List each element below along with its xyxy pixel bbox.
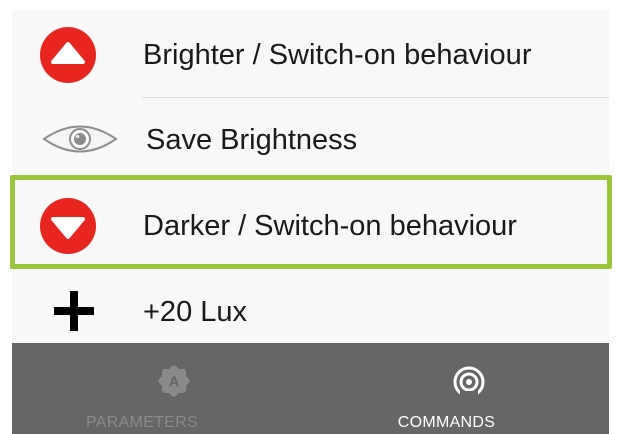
tab-bar: A PARAMETERS COMMANDS xyxy=(12,343,609,434)
command-list: Brighter / Switch-on behaviour Save Brig… xyxy=(12,10,609,343)
broadcast-icon xyxy=(453,366,485,399)
app-screen: Brighter / Switch-on behaviour Save Brig… xyxy=(0,0,621,434)
list-item-label: +20 Lux xyxy=(143,296,248,328)
tab-commands[interactable]: COMMANDS xyxy=(312,343,609,434)
list-item-label: Darker / Switch-on behaviour xyxy=(143,210,517,242)
list-item-label: Brighter / Switch-on behaviour xyxy=(143,39,532,71)
top-edge xyxy=(0,0,621,10)
list-item-label: Save Brightness xyxy=(146,124,358,156)
tab-parameters[interactable]: A PARAMETERS xyxy=(12,343,312,434)
list-item-darker[interactable]: Darker / Switch-on behaviour xyxy=(12,180,609,266)
list-item-save-brightness[interactable]: Save Brightness xyxy=(12,98,609,174)
arrow-down-circle-icon xyxy=(40,198,96,254)
left-margin xyxy=(0,10,12,434)
arrow-up-circle-icon xyxy=(40,27,96,83)
right-margin xyxy=(609,10,621,434)
eye-icon xyxy=(42,125,118,153)
tab-label: PARAMETERS xyxy=(85,414,199,431)
list-item-plus-20-lux[interactable]: +20 Lux xyxy=(12,272,609,343)
svg-text:A: A xyxy=(169,374,180,391)
parameters-gear-icon: A xyxy=(158,365,190,397)
plus-icon xyxy=(54,291,94,331)
list-item-brighter[interactable]: Brighter / Switch-on behaviour xyxy=(12,10,609,98)
tab-label: COMMANDS xyxy=(397,414,496,431)
